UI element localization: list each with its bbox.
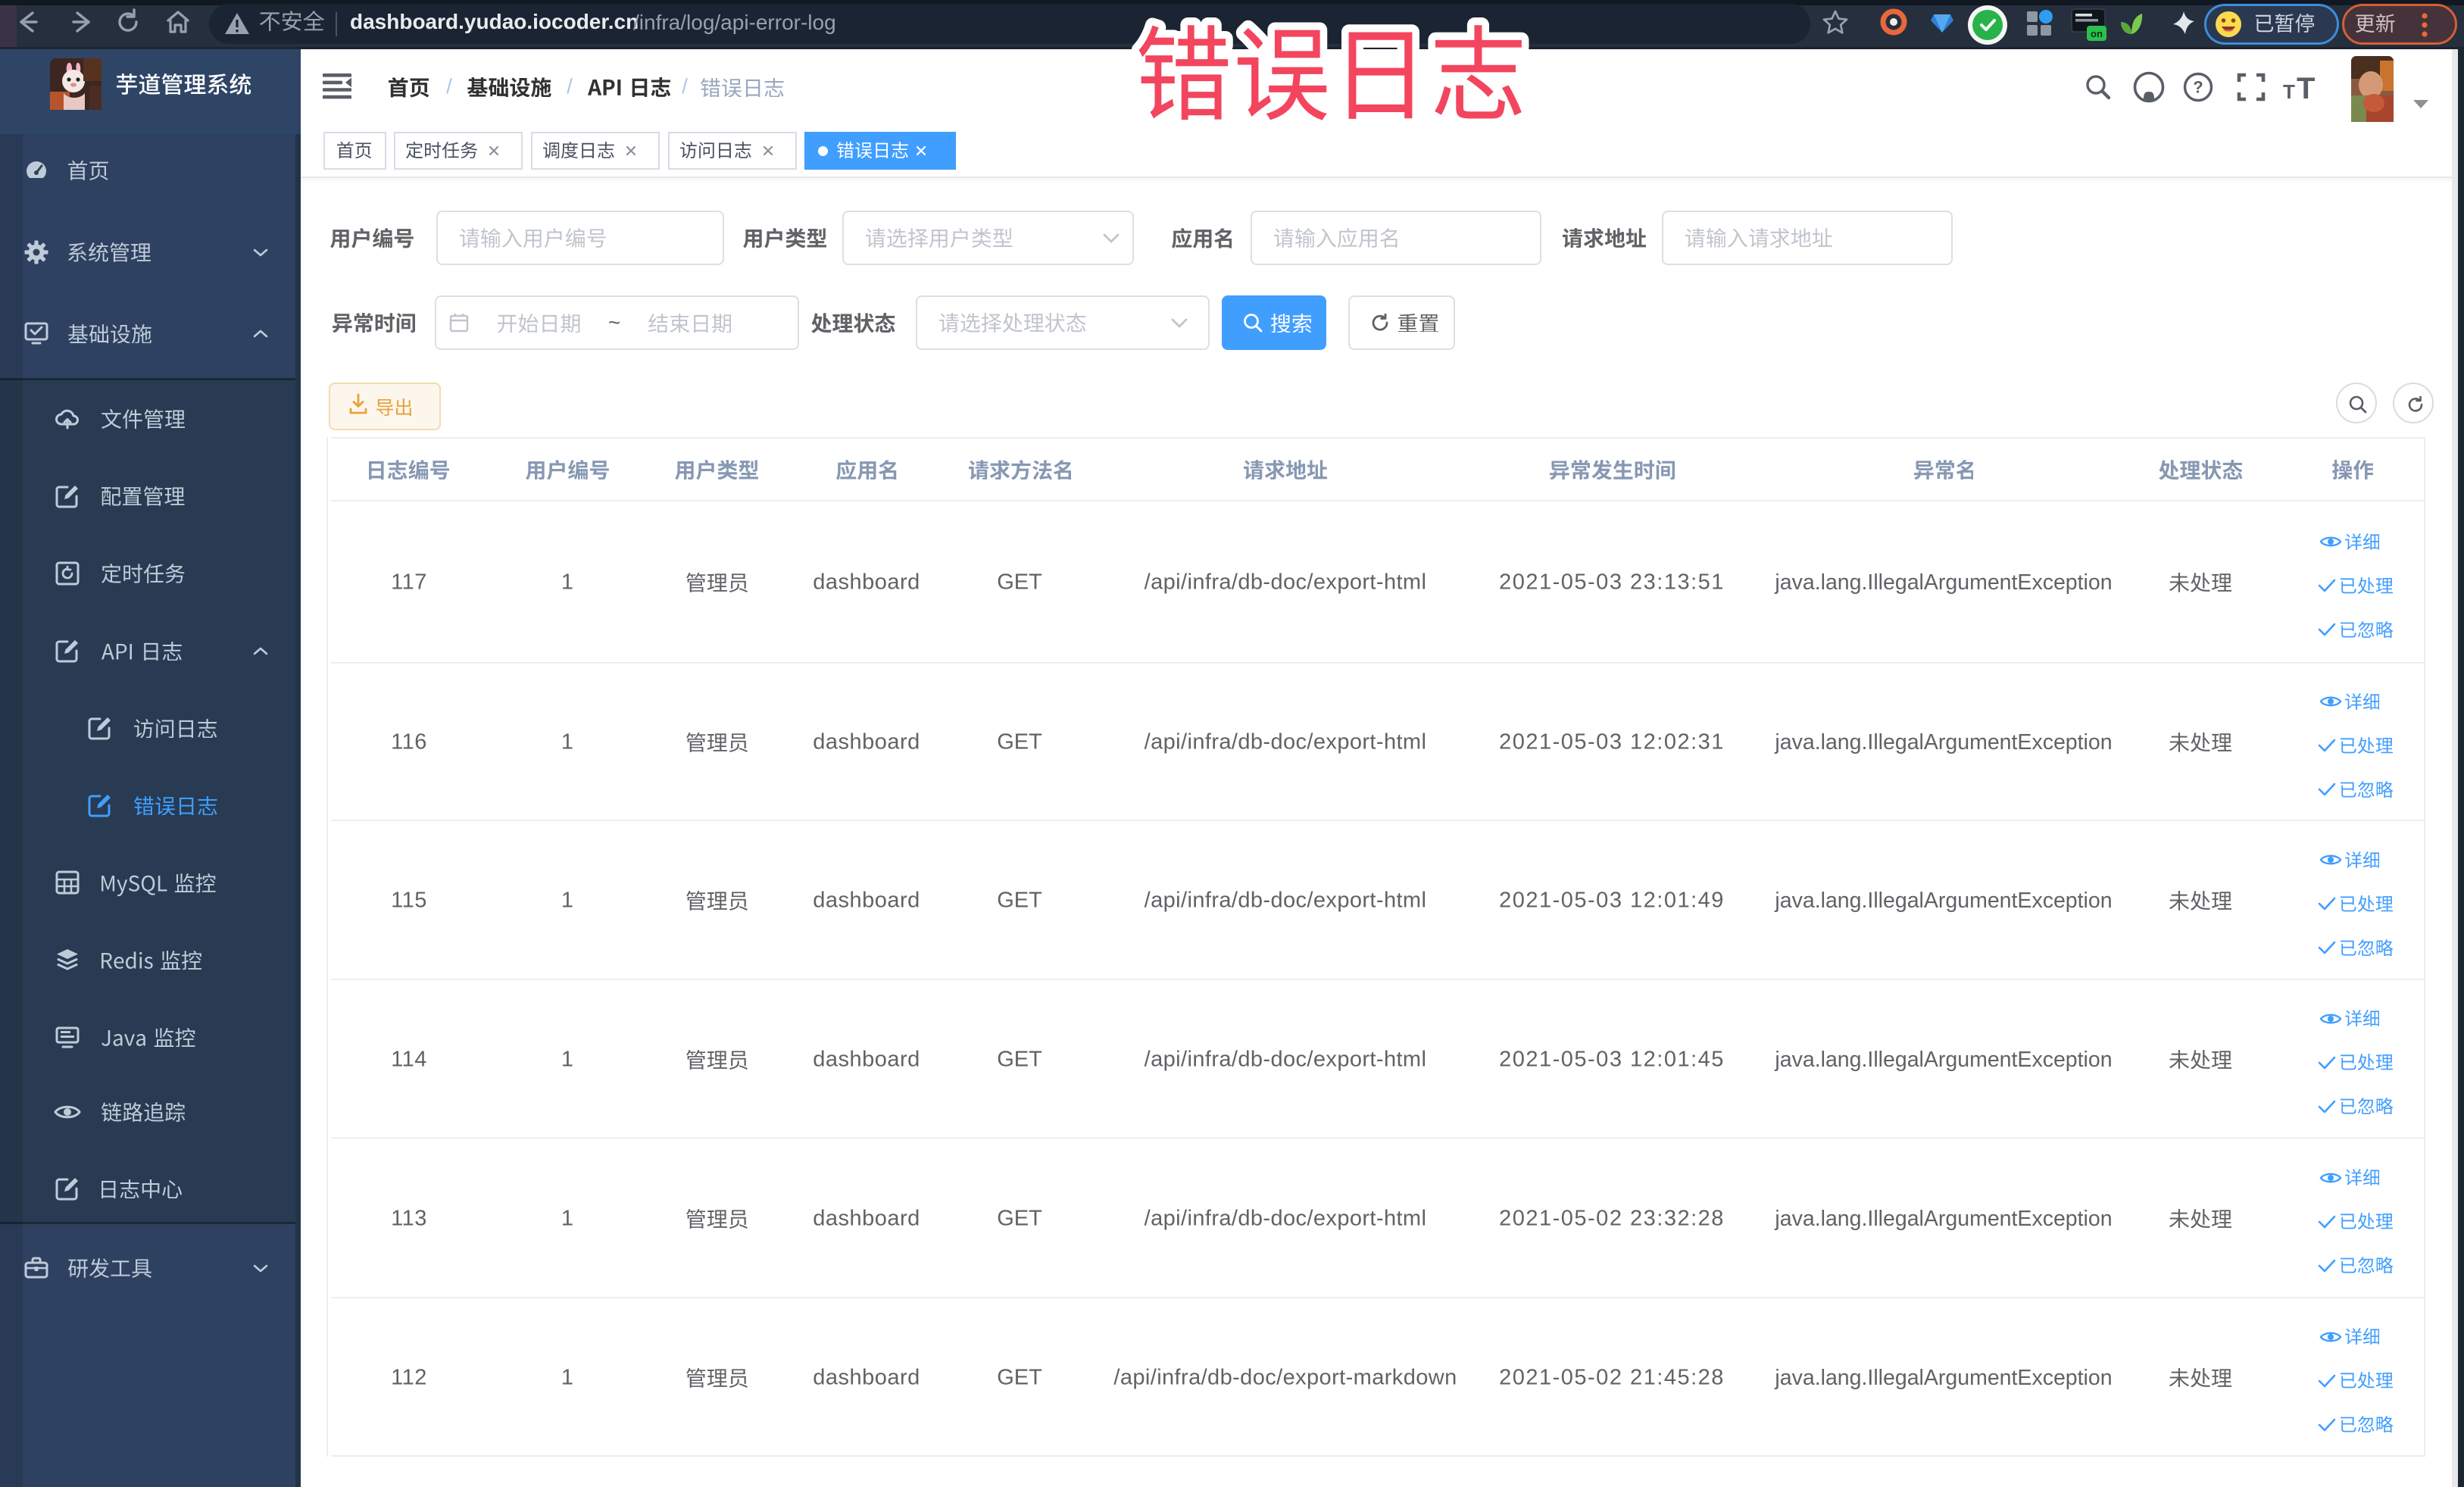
svg-text:on: on xyxy=(2091,28,2103,39)
svg-text:T: T xyxy=(2297,73,2315,103)
svg-text:T: T xyxy=(2283,80,2295,103)
svg-text:?: ? xyxy=(2193,78,2203,97)
